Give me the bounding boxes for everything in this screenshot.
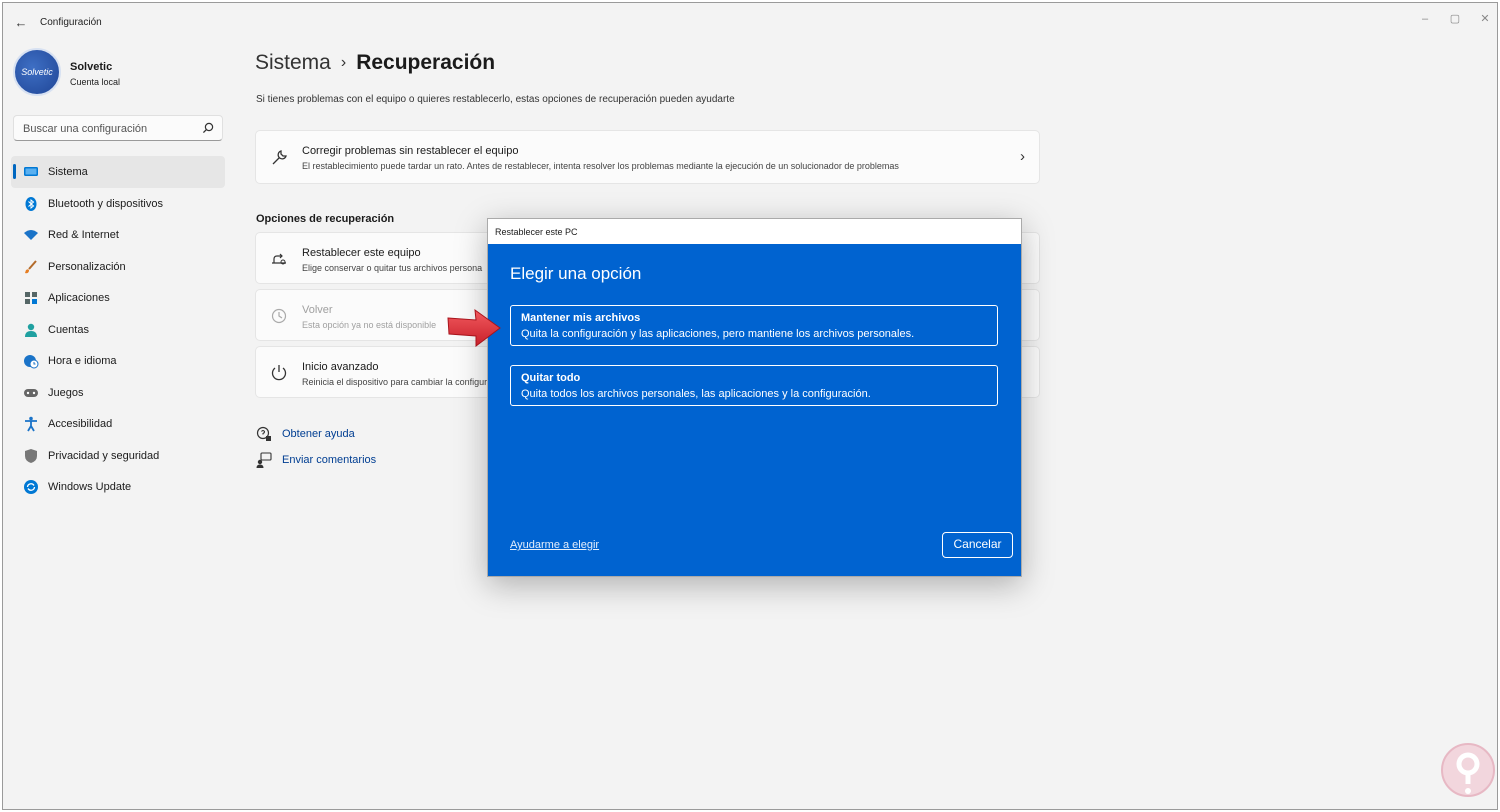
close-icon: ✕ <box>1480 13 1490 25</box>
help-me-choose-link[interactable]: Ayudarme a elegir <box>510 539 599 551</box>
sidebar-item-label: Personalización <box>48 260 126 273</box>
breadcrumb-parent[interactable]: Sistema <box>255 51 331 74</box>
avatar: Solvetic <box>13 48 61 96</box>
card-subtitle: Reinicia el dispositivo para cambiar la … <box>302 377 493 387</box>
apps-icon <box>25 292 37 304</box>
maximize-icon: ▢ <box>1449 13 1461 25</box>
breadcrumb: Sistema › Recuperación <box>255 51 495 75</box>
wifi-icon <box>24 230 38 240</box>
help-icon <box>256 426 271 441</box>
link-label[interactable]: Enviar comentarios <box>282 454 376 466</box>
dialog-title: Restablecer este PC <box>495 227 578 237</box>
link-label[interactable]: Obtener ayuda <box>282 428 355 440</box>
remove-everything-option[interactable]: Quitar todo Quita todos los archivos per… <box>510 365 998 406</box>
back-button[interactable]: ← <box>11 13 31 33</box>
sidebar-item-label: Privacidad y seguridad <box>48 449 160 462</box>
annotation-arrow-icon <box>447 308 501 347</box>
sidebar-item-label: Hora e idioma <box>48 355 117 367</box>
monitor-icon <box>24 167 38 176</box>
page-title: Recuperación <box>356 51 496 74</box>
keep-files-option[interactable]: Mantener mis archivos Quita la configura… <box>510 305 998 346</box>
card-subtitle: El restablecimiento puede tardar un rato… <box>302 161 899 171</box>
wrench-icon <box>272 150 287 165</box>
sidebar-item-juegos[interactable]: Juegos <box>11 377 225 409</box>
sidebar-item-label: Accesibilidad <box>48 418 113 430</box>
breadcrumb-separator: › <box>340 54 347 71</box>
card-title: Corregir problemas sin restablecer el eq… <box>302 145 519 157</box>
sidebar-item-label: Cuentas <box>48 323 89 336</box>
sidebar-nav: Sistema Bluetooth y dispositivos Red & I… <box>11 156 225 503</box>
sidebar-item-label: Sistema <box>48 166 88 178</box>
history-icon <box>271 308 287 324</box>
dialog-title-bar: Restablecer este PC <box>488 219 1021 244</box>
arrow-left-icon: ← <box>14 15 28 30</box>
option-title: Quitar todo <box>521 372 581 384</box>
close-button[interactable]: ✕ <box>1467 9 1497 29</box>
reset-pc-icon <box>272 253 286 265</box>
card-subtitle: Elige conservar o quitar tus archivos pe… <box>302 263 483 273</box>
sidebar-item-red[interactable]: Red & Internet <box>11 219 225 251</box>
cancel-button[interactable]: Cancelar <box>942 532 1013 558</box>
globe-clock-icon <box>24 355 39 369</box>
sidebar-item-accesibilidad[interactable]: Accesibilidad <box>11 408 225 440</box>
solvetic-watermark-icon <box>1441 743 1495 797</box>
brush-icon <box>25 259 37 273</box>
shield-icon <box>25 448 37 463</box>
profile-name: Solvetic <box>70 61 113 73</box>
page-description: Si tienes problemas con el equipo o quie… <box>256 94 735 105</box>
fix-problems-card[interactable]: Corregir problemas sin restablecer el eq… <box>255 130 1040 184</box>
avatar-text: Solvetic <box>21 67 53 77</box>
card-title: Restablecer este equipo <box>302 247 421 259</box>
card-title: Volver <box>302 304 333 316</box>
account-type: Cuenta local <box>70 77 121 87</box>
feedback-icon <box>256 452 272 468</box>
sidebar-item-windows-update[interactable]: Windows Update <box>11 471 225 503</box>
search-icon <box>202 122 214 134</box>
gamepad-icon <box>24 388 38 397</box>
search-placeholder: Buscar una configuración <box>23 123 148 135</box>
person-icon <box>25 323 37 337</box>
sidebar-item-label: Red & Internet <box>48 229 119 241</box>
sidebar-item-label: Aplicaciones <box>48 292 110 304</box>
sidebar-item-label: Windows Update <box>48 481 132 493</box>
card-title: Inicio avanzado <box>302 361 379 373</box>
minimize-icon: – <box>1421 13 1429 25</box>
sidebar-item-privacidad[interactable]: Privacidad y seguridad <box>11 440 225 472</box>
sidebar-item-bluetooth[interactable]: Bluetooth y dispositivos <box>11 188 225 220</box>
option-title: Mantener mis archivos <box>521 312 641 324</box>
option-subtitle: Quita todos los archivos personales, las… <box>521 388 871 400</box>
sidebar-item-cuentas[interactable]: Cuentas <box>11 314 225 346</box>
app-title: Configuración <box>40 17 102 28</box>
accessibility-icon <box>25 416 37 432</box>
advanced-startup-icon <box>271 365 287 381</box>
sidebar-item-personalizacion[interactable]: Personalización <box>11 251 225 283</box>
card-subtitle: Esta opción ya no está disponible <box>302 320 437 330</box>
reset-pc-dialog: Restablecer este PC Elegir una opción Ma… <box>487 218 1022 577</box>
user-profile[interactable]: Solvetic Solvetic Cuenta local <box>13 48 233 100</box>
sidebar-item-label: Bluetooth y dispositivos <box>48 197 163 210</box>
chevron-right-icon: › <box>1020 148 1025 165</box>
option-subtitle: Quita la configuración y las aplicacione… <box>521 328 915 340</box>
title-bar: ← Configuración – ▢ ✕ <box>3 3 1497 43</box>
sidebar-item-label: Juegos <box>48 386 84 399</box>
search-input[interactable]: Buscar una configuración <box>13 115 223 141</box>
settings-window: ← Configuración – ▢ ✕ Solvetic Solvetic … <box>2 2 1498 810</box>
sidebar-item-sistema[interactable]: Sistema <box>11 156 225 188</box>
bluetooth-icon <box>25 196 37 211</box>
dialog-heading: Elegir una opción <box>510 264 642 283</box>
update-icon <box>24 480 38 494</box>
sidebar-item-aplicaciones[interactable]: Aplicaciones <box>11 282 225 314</box>
sidebar-item-hora[interactable]: Hora e idioma <box>11 345 225 377</box>
section-title: Opciones de recuperación <box>256 213 395 225</box>
